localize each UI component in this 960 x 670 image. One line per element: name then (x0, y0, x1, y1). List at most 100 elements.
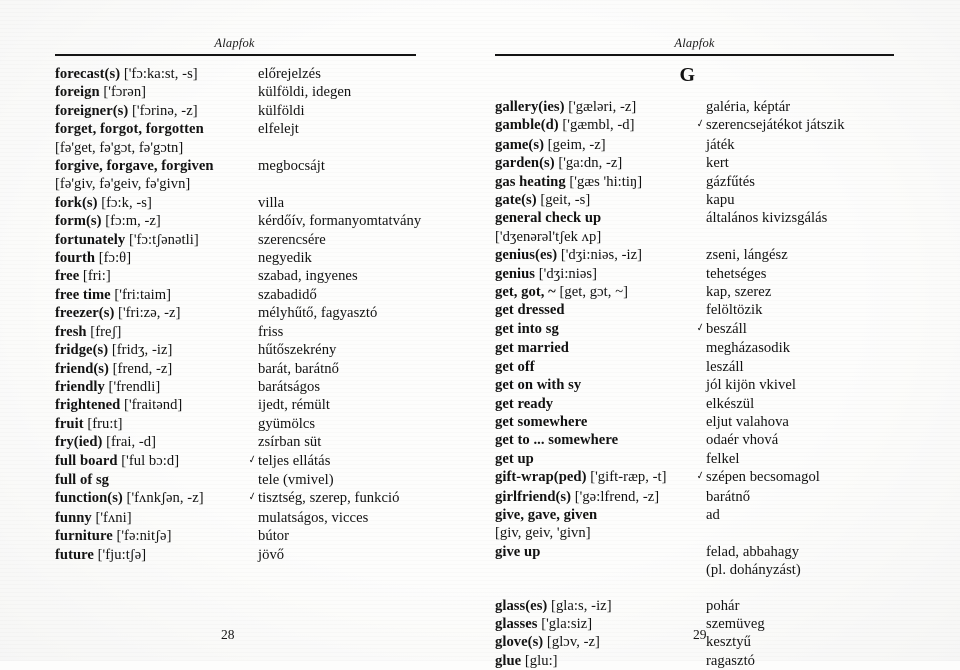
entry-pronunciation: ['fɔ:ka:st, -s] (120, 66, 198, 82)
entry-headword-cell: gallery(ies) ['gæləri, -z] (495, 98, 695, 116)
entry-headword-cell: general check up (495, 209, 695, 227)
entry-pronunciation: [get, gɔt, ~] (555, 284, 629, 301)
entry-translation: teljes ellátás (258, 452, 331, 469)
dictionary-entry: friend(s) [frend, -z] barát, barátnő (55, 360, 454, 378)
running-head-left: Alapfok (214, 36, 255, 50)
entry-pronunciation: ['fri:zə, -z] (114, 305, 181, 322)
entry-headword: foreigner(s) (55, 102, 129, 119)
dictionary-entry: fourth [fɔ:θ] negyedik (55, 249, 454, 267)
entry-headword-cell: get into sg (495, 320, 695, 338)
entry-headword-cell: forecast(s) ['fɔ:ka:st, -s] (55, 65, 247, 83)
dictionary-entry: give up felad, abbahagy (495, 543, 920, 561)
entry-translation: odaér vhová (706, 432, 779, 449)
dictionary-entry: get on with sy jól kijön vkivel (495, 376, 920, 394)
dictionary-entry: gallery(ies) ['gæləri, -z] galéria, képtá… (495, 98, 920, 116)
dictionary-entry: get ready elkészül (495, 395, 920, 413)
dictionary-entry: forgive, forgave, forgiven megbocsájt (55, 157, 454, 175)
entry-headword: gas heating (495, 173, 566, 190)
entry-headword: foreign (55, 84, 100, 101)
entry-headword-cell: full board ['ful bɔ:d] (55, 452, 247, 470)
entry-margin-mark: ✓ (247, 489, 258, 508)
dictionary-entry: gate(s) [geit, -s] kapu (495, 191, 920, 209)
entry-headword-cell: friend(s) [frend, -z] (55, 360, 247, 378)
entry-headword-cell: forget, forgot, forgotten (55, 120, 247, 138)
entry-pronunciation: ['fə:nitʃə] (112, 528, 172, 545)
entry-headword-cell: get to ... somewhere (495, 431, 695, 449)
dictionary-entry: furniture ['fə:nitʃə] bútor (55, 527, 454, 545)
dictionary-entry: freezer(s) ['fri:zə, -z] mélyhűtő, fagyas… (55, 304, 454, 322)
entry-headword-cell: glass(es) [gla:s, -iz] (495, 597, 695, 615)
entry-pronunciation: ['gæs 'hi:tiŋ] (565, 173, 643, 190)
entry-translation: kert (706, 155, 729, 172)
entry-margin-mark: ✓ (695, 116, 706, 135)
checkmark-icon: ✓ (695, 321, 706, 335)
entry-headword: girlfriend(s) (495, 488, 572, 505)
entry-headword: funny (55, 509, 92, 526)
dictionary-entry: friendly ['frendli] barátságos (55, 378, 454, 396)
entry-pronunciation: ['fraitənd] (120, 397, 183, 414)
entry-translation: galéria, képtár (706, 99, 791, 115)
dictionary-entry: (pl. dohányzást) (495, 561, 920, 579)
entry-headword-cell: get off (495, 358, 695, 376)
entry-translation: barát, barátnő (258, 360, 339, 377)
entry-pronunciation: [geim, -z] (543, 136, 606, 153)
entry-pronunciation: ['ga:dn, -z] (554, 155, 623, 172)
entry-pronunciation: ['fɔrən] (99, 84, 147, 101)
entry-headword-cell: give up (495, 543, 695, 561)
entry-pronunciation: [fridʒ, -iz] (108, 342, 173, 359)
header-rule-right (495, 54, 894, 56)
dictionary-entry: funny ['fʌni] mulatságos, vicces (55, 509, 454, 527)
entry-headword: forecast(s) (55, 66, 121, 82)
entry-headword-cell: full of sg (55, 471, 247, 489)
entry-headword: furniture (55, 528, 113, 545)
entry-translation: pohár (706, 597, 740, 614)
entry-headword: give up (495, 543, 541, 560)
dictionary-entry: frightened ['fraitənd] ijedt, rémült (55, 396, 454, 414)
entry-pronunciation: [fɔ:k, -s] (97, 194, 152, 211)
dictionary-entry: get up felkel (495, 450, 920, 468)
entry-pronunciation: ['gæmbl, -d] (558, 117, 635, 134)
entry-pronunciation: ['gift-ræp, -t] (586, 469, 667, 486)
entry-headword: fork(s) (55, 194, 98, 211)
dictionary-entry: fortunately ['fɔ:tʃənətli] szerencsére (55, 231, 454, 249)
entry-margin-mark: ✓ (247, 452, 258, 471)
entry-pronunciation: ['frendli] (104, 378, 161, 395)
entry-headword: get married (495, 340, 569, 357)
entry-pronunciation: ['fʌni] (91, 509, 132, 526)
entry-headword-cell: genius(es) ['dʒi:niəs, -iz] (495, 246, 695, 264)
entry-translation: eljut valahova (706, 413, 789, 430)
entry-headword: fourth (55, 250, 96, 267)
entry-headword-cell: girlfriend(s) ['gə:lfrend, -z] (495, 488, 695, 506)
entry-translation: elkészül (706, 395, 755, 412)
dictionary-entry: genius ['dʒi:niəs] tehetséges (495, 265, 920, 283)
dictionary-entry: game(s) [geim, -z] játék (495, 136, 920, 154)
entry-list-left: forecast(s) ['fɔ:ka:st, -s] előrejelzés fo… (55, 65, 454, 564)
entry-headword-cell: fruit [fru:t] (55, 415, 247, 433)
entry-headword-cell: fourth [fɔ:θ] (55, 249, 247, 267)
entry-pronunciation: ['gla:siz] (537, 615, 593, 632)
entry-headword-cell: frightened ['fraitənd] (55, 396, 247, 414)
entry-headword: forgive, forgave, forgiven (55, 158, 214, 175)
entry-headword: genius(es) (495, 247, 558, 264)
entry-pronunciation: ['fju:tʃə] (93, 546, 147, 563)
entry-list-right: gallery(ies) ['gæləri, -z] galéria, képtá… (495, 98, 920, 670)
entry-pronunciation: ['fɔrinə, -z] (128, 102, 198, 119)
entry-headword-cell: forgive, forgave, forgiven (55, 157, 247, 175)
entry-translation: tele (vmivel) (258, 471, 334, 488)
dictionary-entry: forecast(s) ['fɔ:ka:st, -s] előrejelzés (55, 65, 454, 83)
entry-translation: ad (706, 506, 720, 523)
entry-translation: leszáll (706, 358, 744, 375)
entry-headword: fortunately (55, 231, 126, 248)
entry-pronunciation: [gla:s, -iz] (547, 597, 612, 614)
entry-pronunciation: ['dʒenərəl'tʃek ʌp] (495, 228, 602, 245)
entry-headword: full of sg (55, 471, 110, 488)
entry-translation: megházasodik (706, 340, 791, 357)
entry-translation: bútor (258, 528, 290, 545)
header-rule-left (55, 54, 416, 56)
entry-headword: get dressed (495, 302, 565, 319)
dictionary-entry: get married megházasodik (495, 339, 920, 357)
dictionary-entry: glass(es) [gla:s, -iz] pohár (495, 597, 920, 615)
entry-translation: elfelejt (258, 121, 299, 138)
entry-margin-mark: ✓ (695, 320, 706, 339)
dictionary-spread: Alapfok forecast(s) ['fɔ:ka:st, -s] előre… (0, 0, 960, 669)
